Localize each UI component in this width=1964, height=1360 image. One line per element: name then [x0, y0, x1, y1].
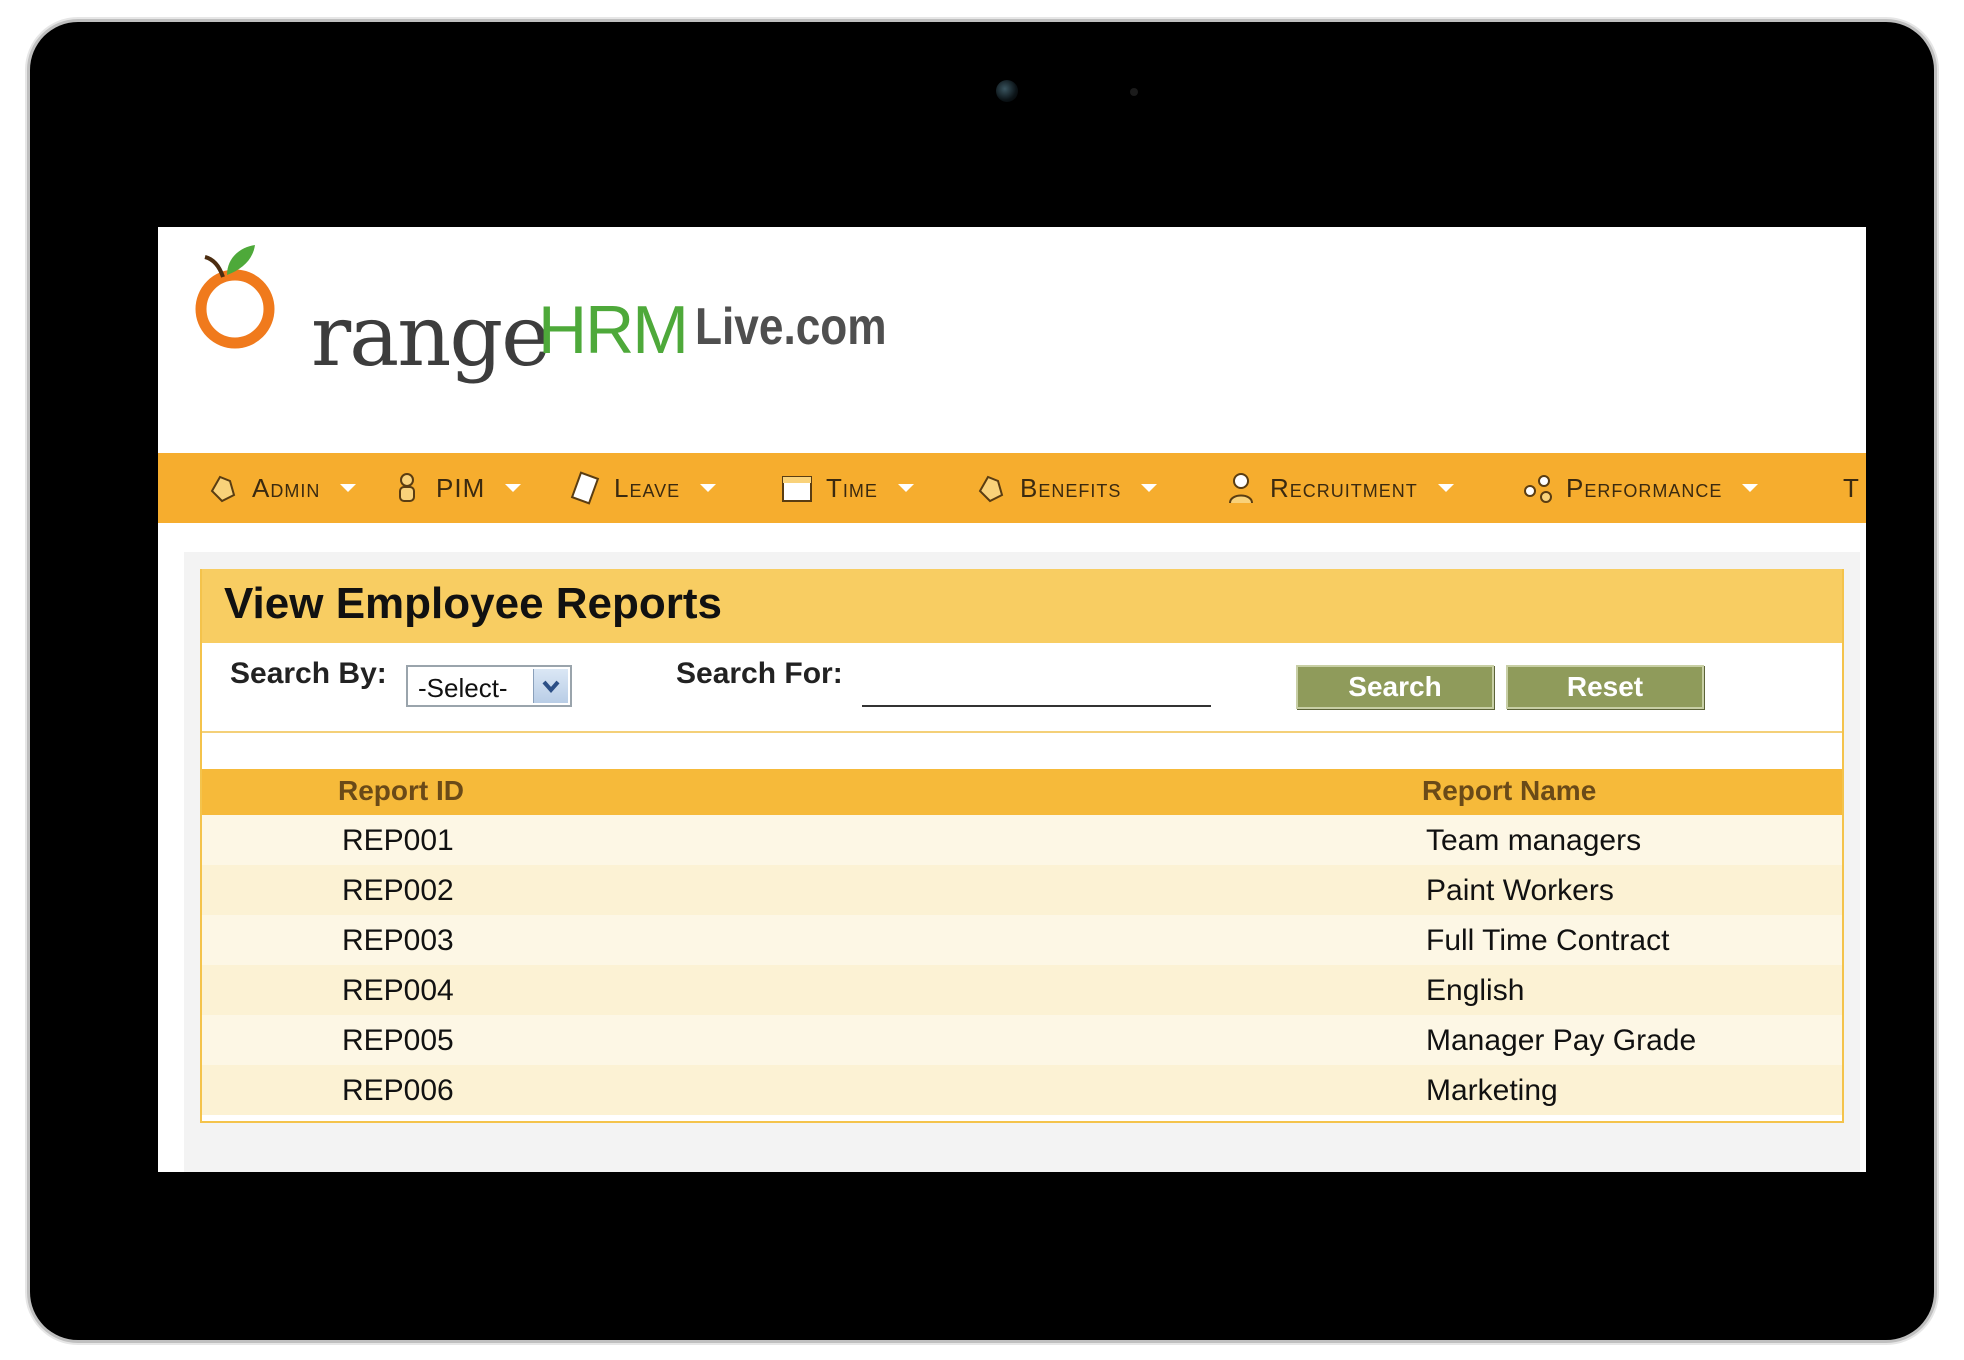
chevron-down-icon — [505, 484, 522, 492]
nav-leave-label: Leave — [614, 472, 681, 503]
search-by-select[interactable]: -Select- — [406, 665, 572, 707]
sensor-dot — [1130, 88, 1138, 96]
search-for-label: Search For: — [676, 657, 843, 690]
report-id-cell[interactable]: REP002 — [342, 874, 454, 908]
table-row[interactable]: REP002 Paint Workers — [202, 865, 1842, 915]
report-id-cell[interactable]: REP003 — [342, 924, 454, 958]
leave-icon — [570, 471, 600, 505]
chevron-down-icon — [340, 484, 357, 492]
main-nav: Admin PIM Leave Time Benefits Recruitmen… — [158, 453, 1866, 523]
camera-icon — [996, 80, 1018, 102]
report-name-cell[interactable]: Paint Workers — [1426, 874, 1614, 908]
chevron-down-icon — [1437, 484, 1454, 492]
app-screen: range HRM Live.com Admin PIM Leave Time … — [158, 227, 1866, 1172]
report-name-cell[interactable]: English — [1426, 974, 1524, 1008]
nav-truncated[interactable]: T — [1843, 453, 1866, 523]
report-name-cell[interactable]: Full Time Contract — [1426, 924, 1669, 958]
nav-performance[interactable]: Performance — [1520, 453, 1772, 523]
recruitment-icon — [1229, 473, 1253, 504]
nav-benefits[interactable]: Benefits — [974, 453, 1171, 523]
tablet-frame: range HRM Live.com Admin PIM Leave Time … — [30, 22, 1934, 1340]
nav-recruitment[interactable]: Recruitment — [1224, 453, 1468, 523]
chevron-down-icon — [897, 484, 914, 492]
orangehrm-logo[interactable]: range HRM Live.com — [183, 237, 887, 385]
reports-panel: View Employee Reports Search By: -Select… — [200, 569, 1844, 1123]
nav-admin[interactable]: Admin — [206, 453, 370, 523]
reset-button[interactable]: Reset — [1506, 665, 1704, 709]
nav-truncated-label: T — [1843, 472, 1860, 503]
nav-leave[interactable]: Leave — [568, 453, 730, 523]
logo-suffix: Live.com — [695, 298, 887, 356]
search-by-label: Search By: — [230, 657, 387, 690]
report-name-cell[interactable]: Marketing — [1426, 1074, 1558, 1108]
report-name-cell[interactable]: Manager Pay Grade — [1426, 1024, 1696, 1058]
column-report-name[interactable]: Report Name — [1422, 775, 1596, 807]
report-id-cell[interactable]: REP004 — [342, 974, 454, 1008]
table-row[interactable]: REP001 Team managers — [202, 815, 1842, 865]
pim-icon — [399, 473, 415, 502]
search-button[interactable]: Search — [1296, 665, 1494, 709]
table-header: Report ID Report Name — [202, 769, 1842, 815]
table-row[interactable]: REP005 Manager Pay Grade — [202, 1015, 1842, 1065]
report-id-cell[interactable]: REP006 — [342, 1074, 454, 1108]
report-id-cell[interactable]: REP005 — [342, 1024, 454, 1058]
dropdown-arrow-icon[interactable] — [533, 669, 568, 703]
nav-time-label: Time — [826, 472, 878, 503]
benefits-icon — [978, 475, 1004, 503]
table-row[interactable]: REP006 Marketing — [202, 1065, 1842, 1115]
logo-hrm: HRM — [538, 292, 689, 368]
time-icon — [782, 476, 812, 502]
nav-time[interactable]: Time — [780, 453, 928, 523]
admin-icon — [210, 475, 236, 503]
search-bar: Search By: -Select- Search For: Search R… — [202, 643, 1842, 733]
nav-recruitment-label: Recruitment — [1270, 472, 1418, 503]
chevron-down-icon — [700, 484, 717, 492]
search-for-input[interactable] — [862, 663, 1211, 707]
nav-pim[interactable]: PIM — [390, 453, 535, 523]
table-row[interactable]: REP004 English — [202, 965, 1842, 1015]
page-title: View Employee Reports — [224, 579, 723, 628]
chevron-down-icon — [1141, 484, 1158, 492]
report-name-cell[interactable]: Team managers — [1426, 824, 1641, 858]
search-by-value: -Select- — [418, 673, 508, 703]
table-row[interactable]: REP003 Full Time Contract — [202, 915, 1842, 965]
performance-icon — [1524, 475, 1552, 503]
nav-admin-label: Admin — [252, 472, 321, 503]
nav-performance-label: Performance — [1566, 472, 1723, 503]
chevron-down-icon — [1742, 484, 1759, 492]
nav-benefits-label: Benefits — [1020, 472, 1122, 503]
logo-wordmark: range — [311, 287, 551, 385]
report-id-cell[interactable]: REP001 — [342, 824, 454, 858]
orange-logo-icon — [195, 245, 275, 349]
column-report-id[interactable]: Report ID — [338, 775, 464, 807]
nav-pim-label: PIM — [436, 472, 486, 503]
panel-header: View Employee Reports — [202, 569, 1842, 643]
